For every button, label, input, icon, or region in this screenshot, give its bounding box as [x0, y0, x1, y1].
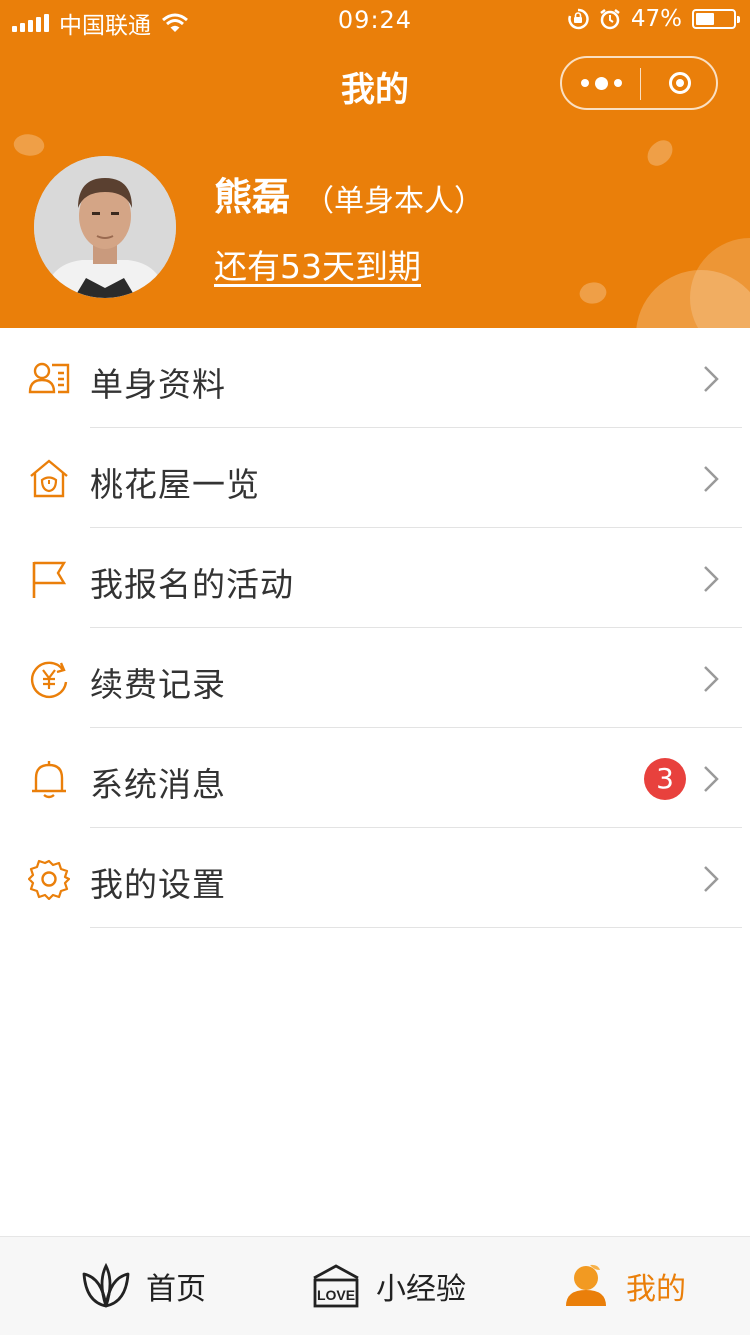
menu-item-my-settings[interactable]: 我的设置: [0, 828, 750, 928]
membership-expiry-link[interactable]: 还有53天到期: [214, 240, 421, 288]
dot-icon: [580, 79, 589, 87]
tab-label: 我的: [626, 1272, 686, 1307]
chevron-right-icon: [704, 866, 719, 892]
yuan-renew-icon: [30, 661, 68, 699]
tab-tips[interactable]: LOVE 小经验: [310, 1237, 466, 1335]
menu-item-my-activities[interactable]: 我报名的活动: [0, 528, 750, 628]
menu-item-renewal-records[interactable]: 续费记录: [0, 628, 750, 728]
chevron-right-icon: [704, 666, 719, 692]
circle-decoration: [690, 238, 750, 328]
gear-icon: [28, 859, 70, 900]
love-label: LOVE: [317, 1287, 355, 1303]
menu-item-single-profile[interactable]: 单身资料: [0, 328, 750, 428]
battery-icon: [692, 9, 740, 29]
dot-icon: [594, 76, 608, 90]
miniprogram-capsule: [560, 56, 718, 110]
divider: [90, 927, 742, 928]
chevron-right-icon: [704, 466, 719, 492]
tab-label: 小经验: [376, 1272, 466, 1307]
target-icon: [668, 72, 691, 94]
close-miniprogram-button[interactable]: [641, 58, 718, 108]
love-house-icon: LOVE: [313, 1264, 359, 1308]
status-bar: 中国联通 09:24 47%: [0, 0, 750, 40]
profile-card-icon: [28, 362, 70, 394]
menu-item-label: 我的设置: [90, 865, 226, 904]
dot-icon: [613, 79, 622, 87]
petal-decoration: [642, 136, 678, 170]
battery-percent: 47%: [630, 6, 682, 32]
unread-count-badge: 3: [644, 758, 686, 800]
tab-mine[interactable]: 我的: [560, 1237, 686, 1335]
profile-header: 中国联通 09:24 47% 我的 熊磊 （单身本人） 还有53天到期: [0, 0, 750, 328]
menu-item-system-messages[interactable]: 系统消息 3: [0, 728, 750, 828]
user-icon: [566, 1264, 606, 1306]
petal-decoration: [577, 279, 609, 307]
avatar-image: [34, 156, 176, 298]
chevron-right-icon: [704, 366, 719, 392]
menu-item-label: 系统消息: [90, 765, 226, 804]
avatar[interactable]: [34, 156, 176, 298]
menu-item-label: 我报名的活动: [90, 565, 294, 604]
menu-item-peach-house[interactable]: 桃花屋一览: [0, 428, 750, 528]
menu-item-label: 桃花屋一览: [90, 465, 260, 504]
petal-decoration: [11, 129, 47, 161]
tab-label: 首页: [146, 1272, 206, 1307]
chevron-right-icon: [704, 566, 719, 592]
bell-icon: [32, 761, 66, 799]
peach-house-icon: [30, 459, 68, 498]
user-name: 熊磊: [214, 175, 291, 219]
user-role-tag: （单身本人）: [304, 184, 484, 219]
menu-item-label: 续费记录: [90, 665, 226, 704]
tab-home[interactable]: 首页: [80, 1237, 206, 1335]
alarm-icon: [600, 9, 620, 30]
menu-item-label: 单身资料: [90, 365, 226, 404]
rotation-lock-icon: [568, 8, 589, 30]
leaf-icon: [82, 1262, 130, 1308]
chevron-right-icon: [704, 766, 719, 792]
menu-list: 单身资料 桃花屋一览 我报名的活动 续费记录 系统消息 3 我的设置: [0, 328, 750, 928]
bottom-tab-bar: 首页 LOVE 小经验 我的: [0, 1236, 750, 1335]
flag-icon: [32, 561, 67, 598]
more-menu-button[interactable]: [562, 58, 640, 108]
